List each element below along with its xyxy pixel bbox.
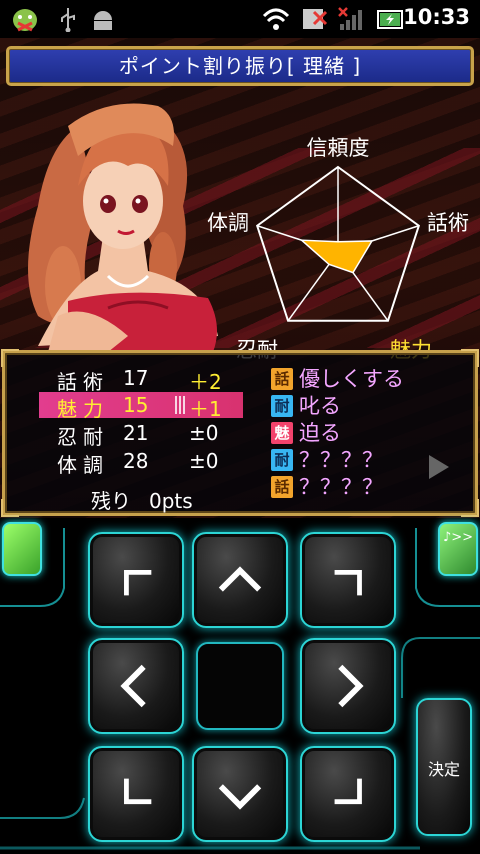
stat-value: 28 [123,449,149,473]
panel-corner-ornament [461,349,479,367]
arrow-down-icon [218,784,262,810]
character-portrait [28,103,218,352]
wifi-icon [262,8,290,30]
action-label: 叱る [299,394,341,418]
dpad-up-button[interactable] [192,532,288,628]
confirm-button[interactable]: 決定 [416,698,472,836]
usb-icon [61,8,75,32]
radar-value-area [299,239,374,274]
panel-corner-ornament [1,349,19,367]
android-icon [94,11,112,30]
scroll-right-arrow-icon[interactable] [429,455,449,479]
action-label: ？？？？ [299,475,383,499]
panel-corner-ornament [461,499,479,517]
stat-delta: ＋2 [189,370,222,394]
stats-radar-chart: 信頼度話術魅力忍耐体調 [207,136,469,362]
endurance-badge-icon: 耐 [271,395,293,417]
remaining-label: 残り [91,489,131,513]
talk-badge-icon: 話 [271,476,293,498]
arrow-up-left-icon [124,569,152,596]
stat-name: 魅力 [57,397,109,421]
dpad-center [196,642,284,730]
selection-cursor-icon [175,396,185,414]
stat-row-nintai[interactable]: 忍耐 21 ±0 [39,420,243,449]
stat-delta: ±0 [189,449,219,473]
action-item[interactable]: 話優しくする [271,363,404,391]
left-menu-button[interactable] [2,522,42,576]
action-item[interactable]: 耐叱る [271,390,341,418]
status-bar: 10:33 [0,0,480,38]
stat-delta: ±0 [189,421,219,445]
arrow-right-icon [338,664,364,708]
action-label: ？？？？ [299,448,383,472]
android-debug-icon [13,9,37,32]
stat-row-taichou[interactable]: 体調 28 ±0 [39,448,243,477]
arrow-up-right-icon [334,569,362,596]
radar-axis-label: 信頼度 [307,136,370,160]
arrow-left-icon [120,664,146,708]
title-bar: ポイント割り振り[ 理緒 ] [6,46,474,86]
stat-row-miryoku[interactable]: 魅力 15 ＋1 [39,392,243,421]
game-screen: ポイント割り振り[ 理緒 ] 信頼度話術魅力忍耐体調 [0,38,480,518]
dpad-up-left-button[interactable] [88,532,184,628]
signal-off-icon [338,7,362,30]
arrow-down-right-icon [334,778,362,805]
stat-value: 21 [123,421,149,445]
arrow-up-icon [218,566,262,592]
remaining-value: 0pts [149,489,193,513]
dpad-right-button[interactable] [300,638,396,734]
virtual-controller: ♪>> 決定 [0,518,480,854]
action-label: 優しくする [299,367,404,391]
radar-axis-label: 話術 [427,211,469,235]
dpad-down-right-button[interactable] [300,746,396,842]
dpad-down-button[interactable] [192,746,288,842]
action-item[interactable]: 話 ？？？？ [271,471,383,499]
dpad-down-left-button[interactable] [88,746,184,842]
panel-corner-ornament [1,499,19,517]
stat-value: 17 [123,366,149,390]
music-skip-label: ♪>> [442,530,474,545]
talk-badge-icon: 話 [271,368,293,390]
stat-value: 15 [123,393,149,417]
charm-badge-icon: 魅 [271,422,293,444]
clock: 10:33 [403,5,470,29]
music-skip-button[interactable]: ♪>> [438,522,478,576]
remaining-points: 残り 0pts [91,485,193,514]
stat-name: 体調 [57,453,109,477]
endurance-badge-icon: 耐 [271,449,293,471]
dpad-left-button[interactable] [88,638,184,734]
stat-name: 忍耐 [57,425,109,449]
confirm-label: 決定 [427,760,460,779]
dpad-up-right-button[interactable] [300,532,396,628]
page-title: ポイント割り振り[ 理緒 ] [118,54,362,78]
stat-name: 話術 [57,370,109,394]
radar-axis-label: 体調 [207,211,249,235]
stat-delta: ＋1 [189,397,222,421]
stats-panel: 話術 17 ＋2 魅力 15 ＋1 忍耐 21 ±0 体調 28 ±0 残り 0p… [1,349,479,517]
battery-charging-icon [377,10,403,29]
action-item[interactable]: 耐 ？？？？ [271,444,383,472]
arrow-down-left-icon [124,778,152,805]
stat-row-wajutsu[interactable]: 話術 17 ＋2 [39,365,243,394]
sd-card-blocked-icon [303,9,328,29]
action-item[interactable]: 魅迫る [271,417,341,445]
action-label: 迫る [299,421,341,445]
